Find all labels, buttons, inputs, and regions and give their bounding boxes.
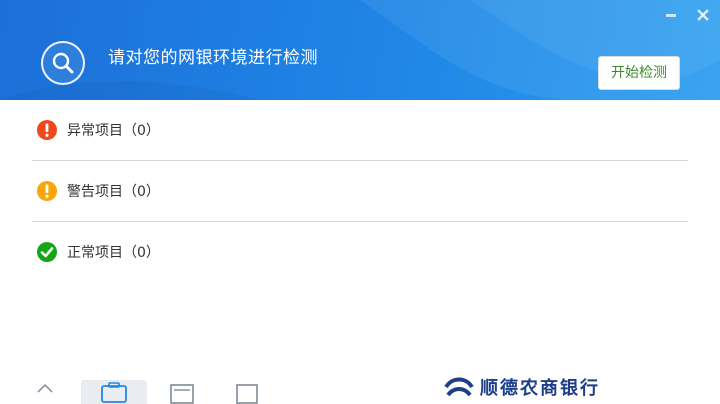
list-item-warning[interactable]: 警告项目（0） — [32, 161, 688, 222]
square-icon[interactable] — [236, 380, 260, 404]
window-icon[interactable] — [170, 380, 194, 404]
bank-name: 顺德农商银行 — [480, 378, 600, 399]
close-icon[interactable] — [694, 6, 712, 24]
normal-label: 正常项目（0） — [67, 245, 160, 261]
page-title: 请对您的网银环境进行检测 — [108, 48, 318, 68]
warning-label: 警告项目（0） — [67, 184, 160, 200]
start-scan-button[interactable]: 开始检测 — [598, 56, 680, 90]
warning-exclamation-icon — [36, 180, 58, 202]
header-banner: 请对您的网银环境进行检测 开始检测 — [0, 0, 720, 100]
toolbox-icon[interactable] — [81, 380, 147, 404]
home-icon[interactable] — [34, 380, 56, 404]
list-item-abnormal[interactable]: 异常项目（0） — [32, 100, 688, 161]
footer-bar: 顺德农商银行 — [0, 370, 720, 404]
bank-logo — [444, 373, 474, 403]
abnormal-label: 异常项目（0） — [67, 123, 160, 139]
ok-check-icon — [36, 241, 58, 263]
scan-result-list: 异常项目（0） 警告项目（0） 正常项目（0） — [32, 100, 688, 282]
error-exclamation-icon — [36, 119, 58, 141]
minimize-icon[interactable] — [662, 6, 680, 24]
magnifier-icon — [41, 41, 85, 85]
list-item-normal[interactable]: 正常项目（0） — [32, 222, 688, 282]
